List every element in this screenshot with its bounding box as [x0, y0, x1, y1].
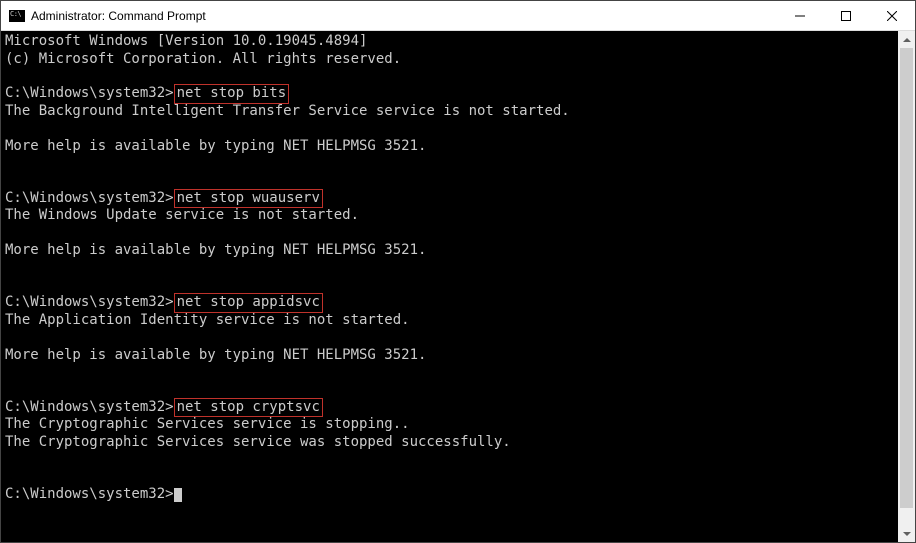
response-line: The Cryptographic Services service was s… — [5, 434, 911, 452]
scrollbar-thumb[interactable] — [900, 48, 913, 508]
blank-line — [5, 260, 911, 278]
maximize-button[interactable] — [823, 1, 869, 30]
banner-text-1: Microsoft Windows [Version 10.0.19045.48… — [5, 33, 367, 49]
prompt-text: C:\Windows\system32> — [5, 190, 174, 206]
blank — [5, 451, 13, 467]
terminal-container: Microsoft Windows [Version 10.0.19045.48… — [1, 31, 915, 542]
blank — [5, 260, 13, 276]
help-text: More help is available by typing NET HEL… — [5, 242, 426, 258]
blank — [5, 225, 13, 241]
close-button[interactable] — [869, 1, 915, 30]
response-text: The Cryptographic Services service is st… — [5, 416, 410, 432]
blank-line — [5, 364, 911, 382]
banner-block: Microsoft Windows [Version 10.0.19045.48… — [5, 33, 911, 68]
banner-line: Microsoft Windows [Version 10.0.19045.48… — [5, 33, 911, 51]
blank — [5, 329, 13, 345]
help-text: More help is available by typing NET HEL… — [5, 347, 426, 363]
prompt-text: C:\Windows\system32> — [5, 85, 174, 101]
response-text: The Application Identity service is not … — [5, 312, 410, 328]
blank-line — [5, 329, 911, 347]
scrollbar[interactable] — [898, 31, 915, 542]
prompt-text: C:\Windows\system32> — [5, 399, 174, 415]
prompt-line: C:\Windows\system32>net stop appidsvc — [5, 294, 911, 312]
help-line: More help is available by typing NET HEL… — [5, 242, 911, 260]
response-line: The Background Intelligent Transfer Serv… — [5, 103, 911, 121]
window-controls — [777, 1, 915, 30]
command-block-3: C:\Windows\system32>net stop cryptsvcThe… — [5, 399, 911, 469]
help-text: More help is available by typing NET HEL… — [5, 138, 426, 154]
title-bar: Administrator: Command Prompt — [1, 1, 915, 31]
terminal-icon — [9, 10, 25, 22]
window-title: Administrator: Command Prompt — [31, 9, 206, 23]
prompt-line: C:\Windows\system32>net stop wuauserv — [5, 190, 911, 208]
prompt-text: C:\Windows\system32> — [5, 294, 174, 310]
highlighted-command: net stop appidsvc — [174, 293, 323, 313]
response-line: The Application Identity service is not … — [5, 312, 911, 330]
prompt-line: C:\Windows\system32>net stop cryptsvc — [5, 399, 911, 417]
current-prompt[interactable]: C:\Windows\system32> — [5, 486, 911, 504]
banner-text-2: (c) Microsoft Corporation. All rights re… — [5, 51, 401, 67]
highlighted-command: net stop bits — [174, 84, 290, 104]
response-line: The Cryptographic Services service is st… — [5, 416, 911, 434]
blank-line — [5, 225, 911, 243]
command-block-2: C:\Windows\system32>net stop appidsvcThe… — [5, 294, 911, 382]
prompt-text: C:\Windows\system32> — [5, 486, 174, 502]
prompt-line: C:\Windows\system32>net stop bits — [5, 85, 911, 103]
blank — [5, 120, 13, 136]
response-line: The Windows Update service is not starte… — [5, 207, 911, 225]
terminal-output[interactable]: Microsoft Windows [Version 10.0.19045.48… — [1, 31, 915, 542]
help-line: More help is available by typing NET HEL… — [5, 347, 911, 365]
command-block-1: C:\Windows\system32>net stop wuauservThe… — [5, 190, 911, 278]
cursor — [174, 488, 182, 502]
response-text: The Windows Update service is not starte… — [5, 207, 359, 223]
command-block-0: C:\Windows\system32>net stop bitsThe Bac… — [5, 85, 911, 173]
highlighted-command: net stop wuauserv — [174, 189, 323, 209]
scroll-up-button[interactable] — [898, 31, 915, 48]
blank-line — [5, 120, 911, 138]
response-text: The Cryptographic Services service was s… — [5, 434, 511, 450]
blank-line — [5, 451, 911, 469]
response-text: The Background Intelligent Transfer Serv… — [5, 103, 570, 119]
blank — [5, 155, 13, 171]
help-line: More help is available by typing NET HEL… — [5, 138, 911, 156]
banner-line: (c) Microsoft Corporation. All rights re… — [5, 51, 911, 69]
scroll-down-button[interactable] — [898, 525, 915, 542]
blank-line — [5, 155, 911, 173]
minimize-button[interactable] — [777, 1, 823, 30]
blank — [5, 364, 13, 380]
highlighted-command: net stop cryptsvc — [174, 398, 323, 418]
